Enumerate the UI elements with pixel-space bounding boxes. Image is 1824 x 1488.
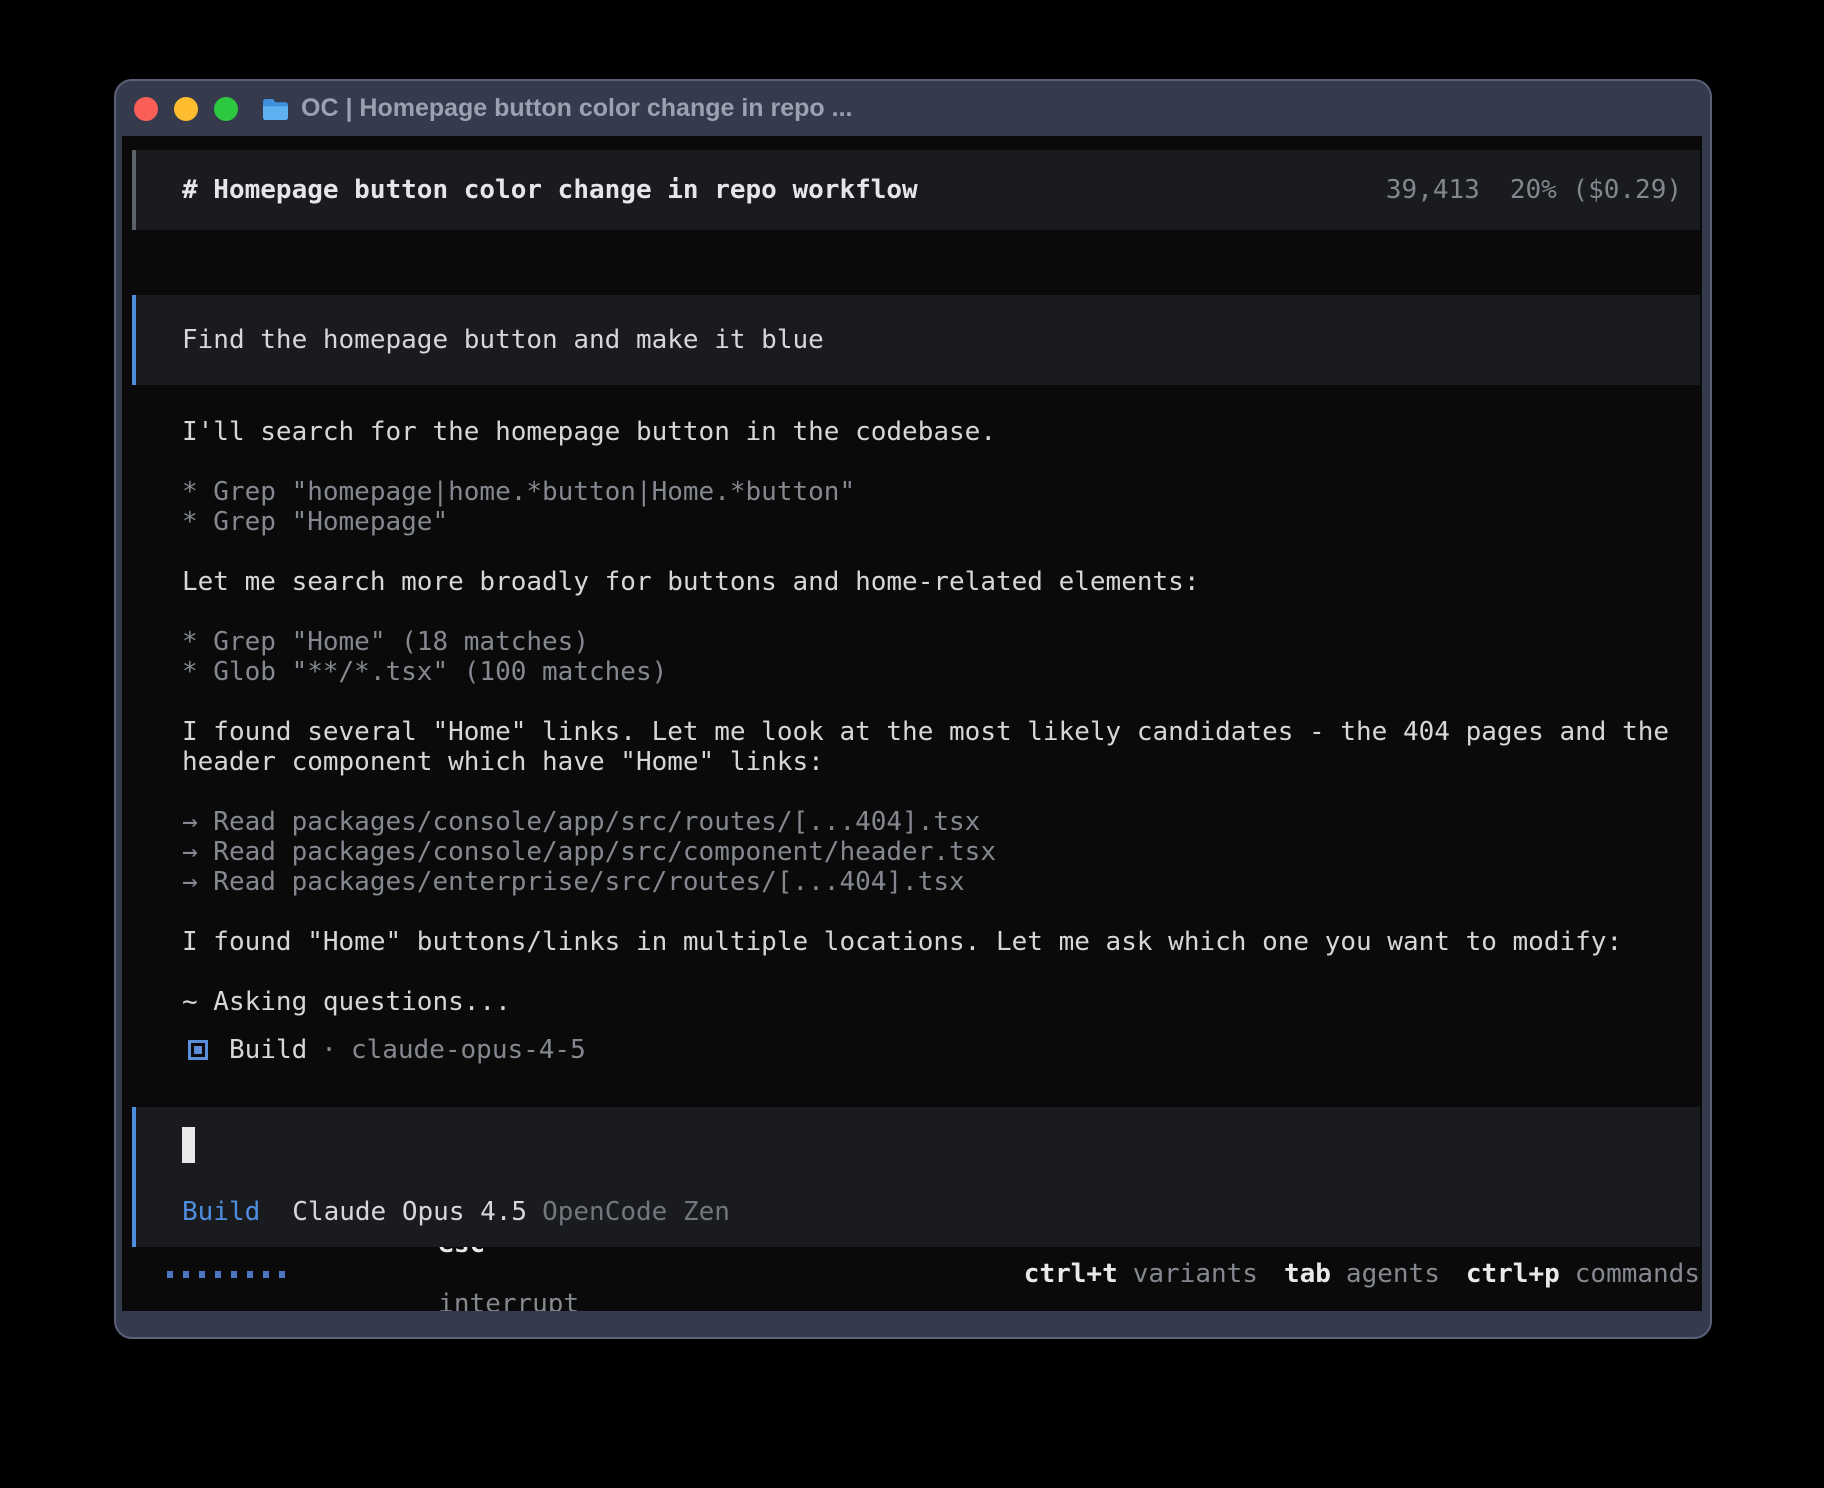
transcript-line: * Glob "**/*.tsx" (100 matches)	[182, 657, 1697, 687]
window-titlebar[interactable]: OC | Homepage button color change in rep…	[116, 81, 1710, 136]
close-button[interactable]	[134, 97, 158, 121]
transcript-line: * Grep "Home" (18 matches)	[182, 627, 1697, 657]
ctrl-t-key: ctrl+t	[1024, 1259, 1118, 1289]
traffic-lights	[134, 97, 238, 121]
session-stats: 39,413 20% ($0.29)	[1386, 175, 1682, 205]
agents-label: agents	[1346, 1259, 1440, 1289]
transcript-line: I found several "Home" links. Let me loo…	[182, 717, 1697, 747]
user-message: Find the homepage button and make it blu…	[132, 295, 1700, 385]
token-count: 39,413	[1386, 175, 1480, 205]
terminal-window: OC | Homepage button color change in rep…	[114, 79, 1712, 1339]
transcript-line	[182, 957, 1697, 987]
user-message-text: Find the homepage button and make it blu…	[182, 325, 824, 355]
dot-separator: ·	[321, 1035, 337, 1065]
input-provider-label: OpenCode Zen	[542, 1197, 730, 1227]
terminal-content: # Homepage button color change in repo w…	[122, 136, 1702, 1311]
transcript-line: ~ Asking questions...	[182, 987, 1697, 1017]
status-bar: esc interrupt ctrl+t variants tab agents…	[132, 1259, 1700, 1289]
interrupt-label: interrupt	[438, 1289, 579, 1311]
session-title: # Homepage button color change in repo w…	[182, 175, 918, 205]
transcript-line: * Grep "homepage|home.*button|Home.*butt…	[182, 477, 1697, 507]
transcript-line: → Read packages/enterprise/src/routes/[.…	[182, 867, 1697, 897]
transcript-line	[182, 597, 1697, 627]
maximize-button[interactable]	[214, 97, 238, 121]
agent-model: claude-opus-4-5	[351, 1035, 586, 1065]
input-footer: Build Claude Opus 4.5 OpenCode Zen	[182, 1197, 730, 1227]
session-header: # Homepage button color change in repo w…	[132, 150, 1700, 230]
transcript-line	[182, 777, 1697, 807]
agent-name: Build	[229, 1035, 307, 1065]
ctrl-p-key: ctrl+p	[1466, 1259, 1560, 1289]
window-title: OC | Homepage button color change in rep…	[301, 94, 852, 123]
transcript-line: → Read packages/console/app/src/routes/[…	[182, 807, 1697, 837]
progress-spinner	[167, 1271, 285, 1278]
transcript-line: * Grep "Homepage"	[182, 507, 1697, 537]
commands-label: commands	[1575, 1259, 1700, 1289]
build-agent-icon	[188, 1040, 208, 1060]
context-cost: 20% ($0.29)	[1510, 175, 1682, 205]
transcript-line	[182, 447, 1697, 477]
transcript-line	[182, 687, 1697, 717]
transcript-line: → Read packages/console/app/src/componen…	[182, 837, 1697, 867]
shortcut-hints: ctrl+t variants tab agents ctrl+p comman…	[1024, 1259, 1700, 1289]
transcript-line: I found "Home" buttons/links in multiple…	[182, 927, 1697, 957]
text-cursor	[182, 1127, 195, 1163]
variants-label: variants	[1133, 1259, 1258, 1289]
folder-icon	[262, 98, 289, 120]
minimize-button[interactable]	[174, 97, 198, 121]
transcript-line: header component which have "Home" links…	[182, 747, 1697, 777]
transcript-line: I'll search for the homepage button in t…	[182, 417, 1697, 447]
tab-key: tab	[1284, 1259, 1331, 1289]
agents-shortcut: tab agents	[1284, 1259, 1440, 1289]
assistant-transcript: I'll search for the homepage button in t…	[132, 417, 1697, 1017]
transcript-line	[182, 897, 1697, 927]
prompt-input[interactable]: Build Claude Opus 4.5 OpenCode Zen	[132, 1107, 1700, 1247]
agent-status-row: Build · claude-opus-4-5	[132, 1035, 1697, 1065]
transcript-line: Let me search more broadly for buttons a…	[182, 567, 1697, 597]
transcript-line	[182, 537, 1697, 567]
input-model-label[interactable]: Claude Opus 4.5	[292, 1197, 527, 1227]
input-agent-label[interactable]: Build	[182, 1197, 260, 1227]
variants-shortcut: ctrl+t variants	[1024, 1259, 1258, 1289]
commands-shortcut: ctrl+p commands	[1466, 1259, 1700, 1289]
